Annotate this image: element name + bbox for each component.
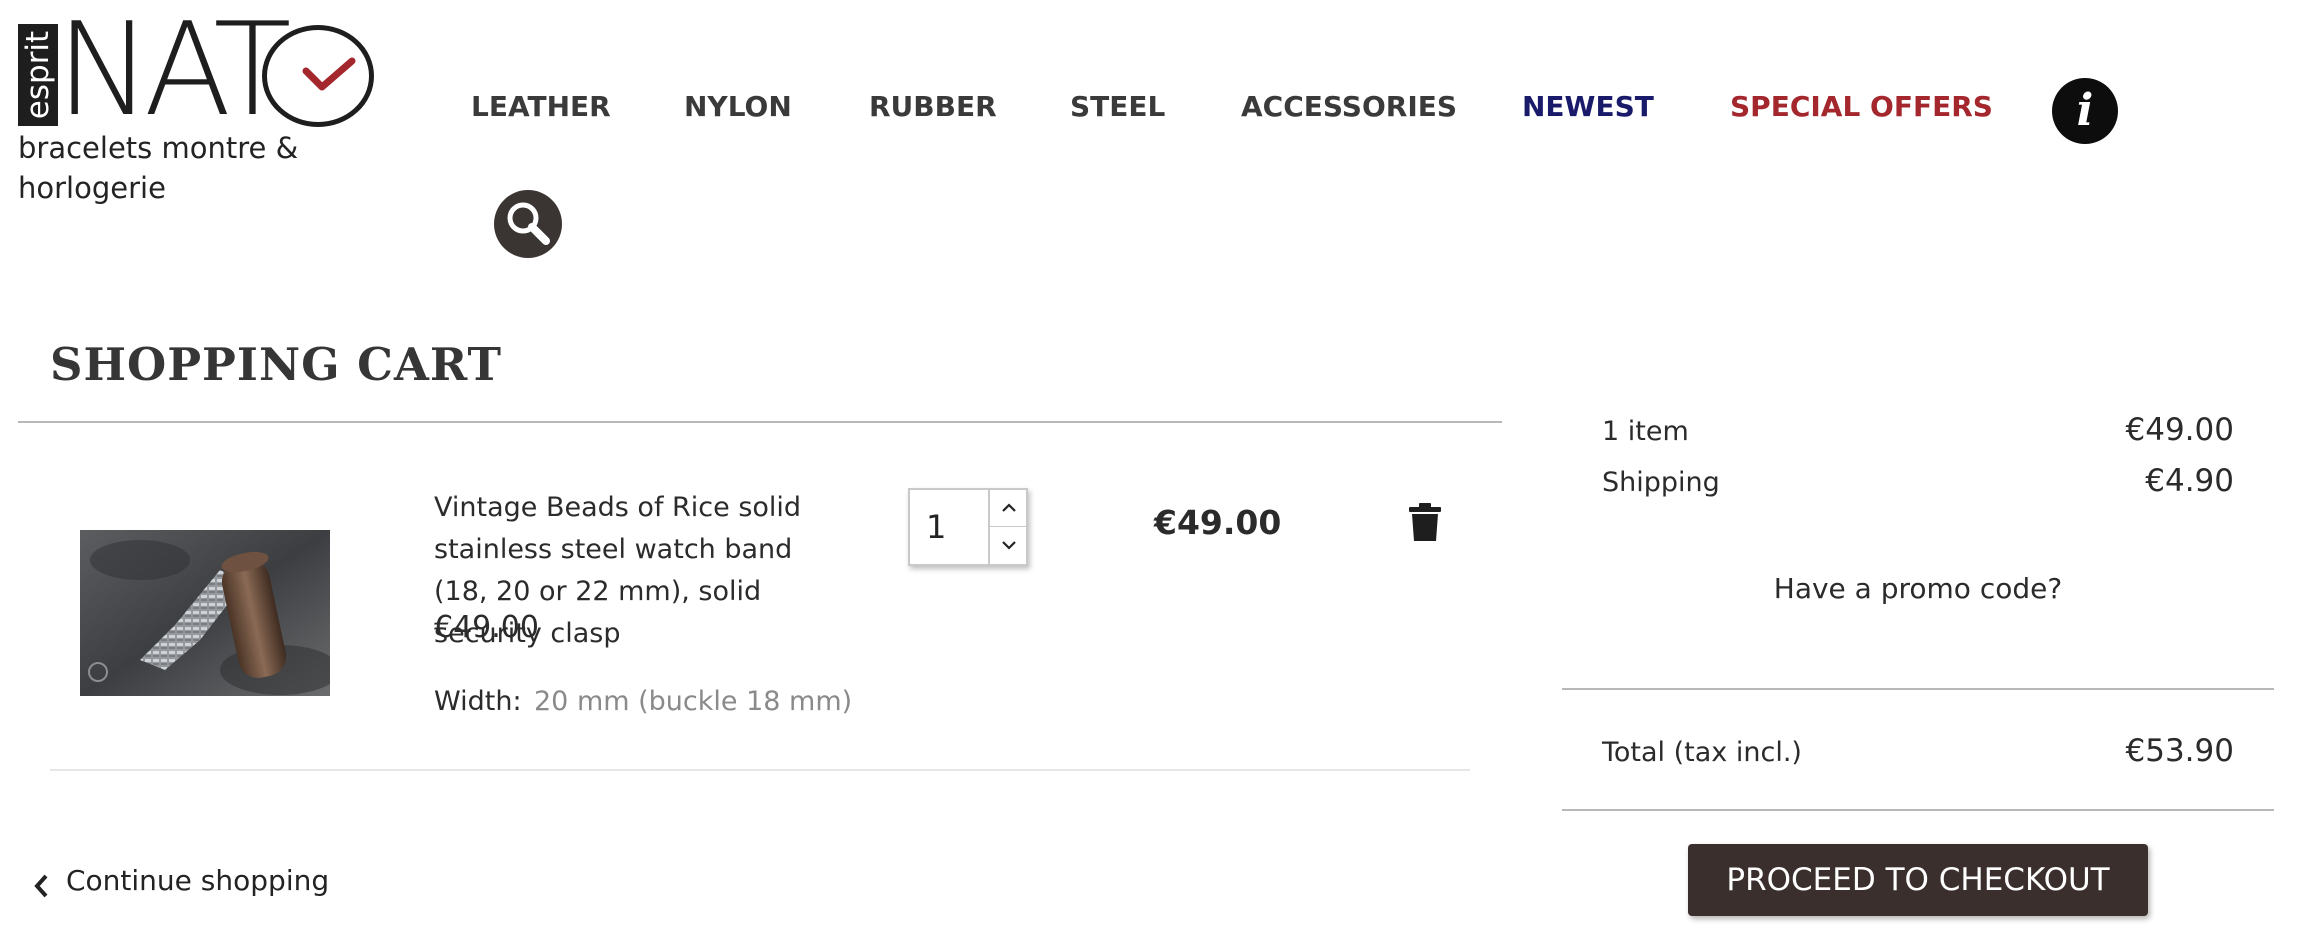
info-button[interactable]: i <box>2052 78 2118 144</box>
summary-items-value: €49.00 <box>2125 412 2234 448</box>
quantity-stepper[interactable] <box>908 488 1028 566</box>
info-icon: i <box>2076 85 2094 136</box>
logo-side: esprit <box>18 24 58 126</box>
summary-divider-top <box>1562 688 2274 690</box>
product-attribute-value: 20 mm (buckle 18 mm) <box>534 686 853 717</box>
summary-total-value: €53.90 <box>2125 733 2234 769</box>
search-button[interactable] <box>494 190 562 258</box>
chevron-up-icon <box>1002 503 1016 512</box>
summary-items-label: 1 item <box>1602 416 1689 447</box>
nav-accessories[interactable]: ACCESSORIES <box>1241 90 1457 130</box>
product-unit-price: €49.00 <box>434 610 539 645</box>
tagline-line-2: horlogerie <box>18 171 166 205</box>
cart-divider-bottom <box>50 769 1470 771</box>
tagline-line-1: bracelets montre & <box>18 131 299 165</box>
site-tagline: bracelets montre & horlogerie <box>18 128 308 208</box>
quantity-input[interactable] <box>910 490 988 564</box>
product-attribute-label: Width: <box>434 686 522 717</box>
nav-special-offers[interactable]: SPECIAL OFFERS <box>1730 90 1993 130</box>
search-icon <box>507 202 550 245</box>
continue-shopping-label: Continue shopping <box>66 864 330 897</box>
summary-shipping-label: Shipping <box>1602 467 1720 498</box>
proceed-to-checkout-button[interactable]: PROCEED TO CHECKOUT <box>1688 844 2148 916</box>
chevron-down-icon <box>1002 541 1016 550</box>
line-total-price: €49.00 <box>1154 503 1282 542</box>
quantity-decrease-button[interactable] <box>988 527 1026 564</box>
logo-word: NAT <box>56 0 292 145</box>
nav-nylon[interactable]: NYLON <box>684 90 792 130</box>
site-logo[interactable]: esprit NAT <box>18 6 378 136</box>
logo-side-text: esprit <box>20 30 56 120</box>
summary-shipping-value: €4.90 <box>2145 463 2234 499</box>
nav-rubber[interactable]: RUBBER <box>869 90 997 130</box>
page-title: SHOPPING CART <box>50 338 502 391</box>
nav-steel[interactable]: STEEL <box>1070 90 1165 130</box>
summary-divider-bottom <box>1562 809 2274 811</box>
trash-icon[interactable] <box>1408 502 1442 542</box>
summary-total-label: Total (tax incl.) <box>1602 737 1802 768</box>
product-photo-graphic <box>80 530 330 696</box>
quantity-increase-button[interactable] <box>988 490 1026 527</box>
logo-check-icon <box>302 57 356 91</box>
nav-newest[interactable]: NEWEST <box>1522 90 1654 130</box>
chevron-left-icon <box>34 874 48 898</box>
nav-leather[interactable]: LEATHER <box>471 90 611 130</box>
cart-divider-top <box>18 421 1502 423</box>
promo-code-link[interactable]: Have a promo code? <box>1562 572 2274 605</box>
product-image[interactable] <box>80 530 330 696</box>
